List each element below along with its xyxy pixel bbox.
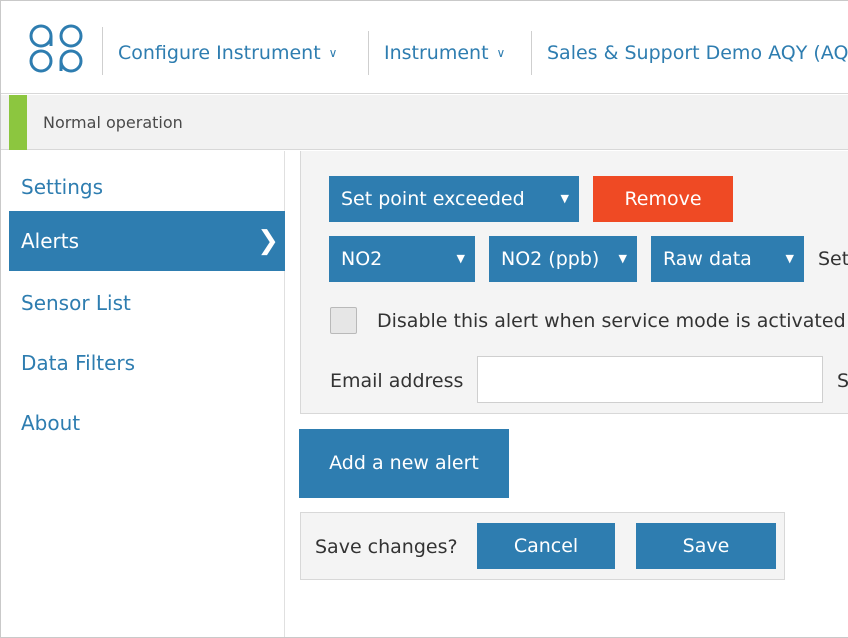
status-text: Normal operation — [43, 113, 183, 132]
brand-logo-icon[interactable] — [27, 23, 89, 75]
caret-down-icon: ▼ — [560, 192, 569, 205]
header-divider — [102, 27, 103, 75]
nav-divider — [368, 31, 369, 75]
email-field[interactable] — [477, 356, 823, 403]
data-source-select[interactable]: Raw data ▼ — [651, 236, 804, 282]
save-bar: Save changes? Cancel Save — [300, 512, 785, 580]
alert-card: Set point exceeded ▼ Remove NO2 ▼ NO2 (p… — [300, 151, 848, 414]
nav-device-name[interactable]: Sales & Support Demo AQY (AQ — [547, 41, 848, 65]
unit-select[interactable]: NO2 (ppb) ▼ — [489, 236, 637, 282]
alert-type-select[interactable]: Set point exceeded ▼ — [329, 176, 579, 222]
sidebar-item-sensor-list[interactable]: Sensor List — [9, 273, 285, 333]
save-button[interactable]: Save — [636, 523, 776, 569]
disable-service-mode-checkbox[interactable] — [330, 307, 357, 334]
sidebar-item-label: Alerts — [21, 229, 80, 253]
remove-button[interactable]: Remove — [593, 176, 733, 222]
sidebar-item-label: Data Filters — [21, 351, 136, 375]
sidebar: Settings Alerts ❯ Sensor List Data Filte… — [9, 151, 285, 637]
chevron-down-icon: ∨ — [328, 46, 338, 60]
unit-value: NO2 (ppb) — [501, 248, 600, 270]
status-indicator — [9, 95, 27, 150]
cancel-button[interactable]: Cancel — [477, 523, 615, 569]
sidebar-item-alerts[interactable]: Alerts ❯ — [9, 211, 285, 271]
nav-instrument-label: Instrument — [384, 42, 489, 64]
checkbox-label: Disable this alert when service mode is … — [377, 310, 846, 332]
caret-down-icon: ▼ — [618, 252, 627, 265]
status-bar: Normal operation — [1, 95, 848, 150]
top-header: Configure Instrument ∨ Instrument ∨ Sales … — [1, 1, 848, 94]
sidebar-item-about[interactable]: About — [9, 393, 285, 453]
chevron-down-icon: ∨ — [496, 46, 506, 60]
nav-instrument[interactable]: Instrument ∨ — [384, 41, 505, 65]
nav-divider — [531, 31, 532, 75]
sensor-select[interactable]: NO2 ▼ — [329, 236, 475, 282]
sidebar-item-label: Settings — [21, 175, 104, 199]
caret-down-icon: ▼ — [785, 252, 794, 265]
sidebar-item-data-filters[interactable]: Data Filters — [9, 333, 285, 393]
caret-down-icon: ▼ — [456, 252, 465, 265]
sidebar-item-label: About — [21, 411, 81, 435]
nav-configure-instrument[interactable]: Configure Instrument ∨ — [118, 41, 337, 65]
save-prompt: Save changes? — [315, 536, 458, 558]
nav-device-label: Sales & Support Demo AQY (AQ — [547, 42, 848, 64]
alert-type-value: Set point exceeded — [341, 188, 525, 210]
nav-configure-label: Configure Instrument — [118, 42, 321, 64]
set-label: Set — [818, 248, 848, 270]
add-alert-button[interactable]: Add a new alert — [299, 429, 509, 498]
data-source-value: Raw data — [663, 248, 752, 270]
chevron-right-icon: ❯ — [257, 226, 279, 256]
truncated-label: S — [837, 370, 848, 392]
sensor-value: NO2 — [341, 248, 383, 270]
sidebar-item-label: Sensor List — [21, 291, 131, 315]
email-label: Email address — [330, 370, 464, 392]
sidebar-item-settings[interactable]: Settings — [9, 157, 285, 217]
app-window: Configure Instrument ∨ Instrument ∨ Sales … — [0, 0, 848, 638]
